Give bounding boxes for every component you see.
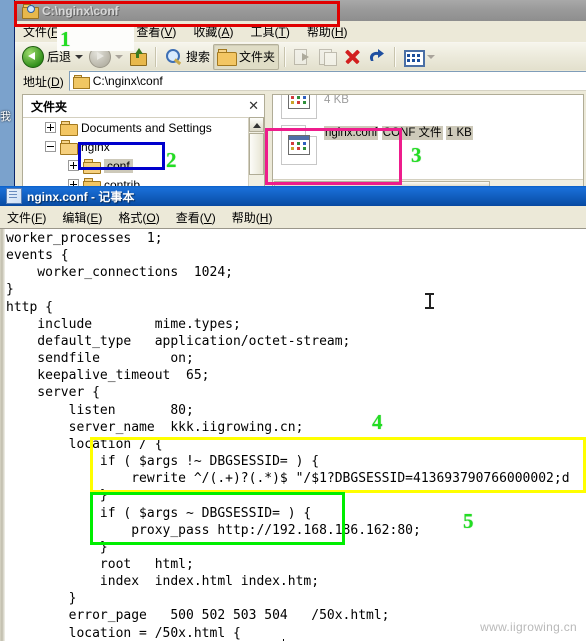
file-meta: TYPES 文件 4 KB (324, 94, 388, 107)
delete-x-icon (344, 48, 361, 65)
folder-open-icon (60, 139, 78, 155)
notepad-title: nginx.conf - 记事本 (27, 189, 135, 204)
menu-item-help[interactable]: 帮助(H) (232, 209, 273, 226)
address-label: 地址(D) (23, 74, 64, 89)
scrollbar-thumb[interactable] (249, 133, 264, 175)
annotation-box-3 (265, 128, 402, 185)
annotation-number-2: 2 (166, 148, 177, 172)
folder-icon (217, 48, 238, 66)
toolbar-divider (284, 46, 287, 67)
file-item-types[interactable]: TYPES 文件 4 KB (281, 94, 388, 119)
copy-to-icon (319, 48, 338, 66)
menu-item-file[interactable]: 文件(F) (7, 209, 46, 226)
copy-to-button[interactable] (316, 45, 341, 69)
notepad-menubar: 文件(F) 编辑(E) 格式(O) 查看(V) 帮助(H) (0, 206, 586, 228)
annotation-box-5 (90, 492, 345, 545)
chevron-down-icon[interactable] (115, 54, 124, 59)
search-button[interactable]: 搜索 (162, 45, 213, 69)
menu-item-format[interactable]: 格式(O) (118, 209, 159, 226)
search-icon (165, 48, 183, 66)
annotation-number-3: 3 (411, 143, 422, 167)
folders-label: 文件夹 (239, 50, 276, 64)
toolbar-divider (394, 46, 397, 67)
file-size: 1 KB (445, 126, 473, 140)
undo-button[interactable] (364, 45, 389, 69)
move-to-icon (294, 48, 313, 65)
desktop-icon-label: 我 (0, 111, 11, 123)
folders-toggle-button[interactable]: 文件夹 (213, 43, 280, 70)
folder-icon (72, 74, 90, 89)
notepad-text-area[interactable]: worker_processes 1; events { worker_conn… (0, 228, 586, 641)
file-size: 4 KB (324, 94, 349, 106)
mouse-text-cursor (425, 293, 434, 310)
folders-pane-header: 文件夹 ✕ (23, 95, 264, 117)
move-to-button[interactable] (291, 45, 316, 69)
toolbar-divider (155, 46, 158, 67)
tree-item-documents-and-settings[interactable]: Documents and Settings (23, 118, 264, 137)
annotation-number-1: 1 (60, 27, 71, 51)
chevron-down-icon[interactable] (75, 54, 84, 59)
collapse-minus-icon[interactable] (45, 141, 56, 152)
close-icon[interactable]: ✕ (248, 98, 259, 114)
annotation-number-4: 4 (372, 410, 383, 434)
nginx-config-text[interactable]: worker_processes 1; events { worker_conn… (6, 230, 570, 641)
notepad-window: nginx.conf - 记事本 文件(F) 编辑(E) 格式(O) 查看(V)… (0, 186, 586, 641)
conf-file-icon (281, 95, 317, 119)
search-label: 搜索 (186, 50, 211, 64)
tree-item-label: Documents and Settings (81, 120, 212, 135)
annotation-number-5: 5 (463, 509, 474, 533)
annotation-box-1 (14, 1, 340, 27)
folder-icon (60, 120, 78, 136)
annotation-box-2 (78, 142, 165, 170)
annotation-box-4 (90, 437, 586, 493)
delete-button[interactable] (341, 45, 364, 69)
expand-plus-icon[interactable] (45, 122, 56, 133)
menu-item-view[interactable]: 查看(V) (176, 209, 216, 226)
views-button[interactable] (401, 45, 438, 69)
editor-left-edge (0, 229, 5, 641)
views-grid-icon (404, 49, 426, 67)
menu-item-edit[interactable]: 编辑(E) (62, 209, 102, 226)
caret-up-icon (253, 123, 261, 128)
address-bar: 地址(D) C:\nginx\conf (15, 70, 586, 92)
back-arrow-icon (22, 45, 44, 68)
scroll-up-button[interactable] (249, 117, 264, 132)
notepad-document-icon (6, 188, 22, 204)
address-input[interactable]: C:\nginx\conf (68, 71, 586, 91)
folders-pane-title: 文件夹 (31, 99, 68, 114)
undo-icon (367, 48, 386, 65)
notepad-titlebar[interactable]: nginx.conf - 记事本 (0, 186, 586, 206)
address-value: C:\nginx\conf (92, 74, 163, 88)
folder-tree-scrollbar[interactable] (248, 117, 264, 189)
watermark-text: www.iigrowing.cn (480, 620, 577, 634)
chevron-down-icon[interactable] (427, 54, 436, 59)
